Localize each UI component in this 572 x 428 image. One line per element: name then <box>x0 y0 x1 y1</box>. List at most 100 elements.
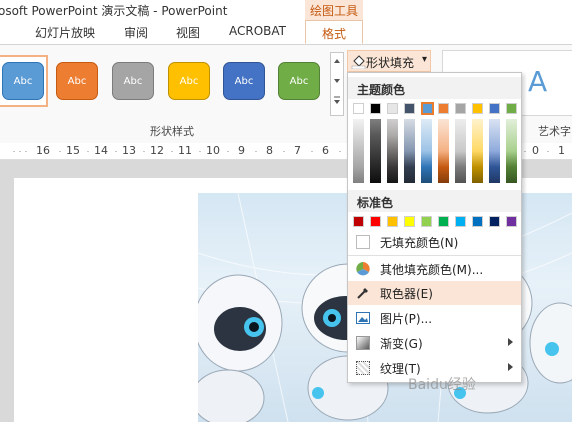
shade-column-gold[interactable] <box>472 119 483 183</box>
ruler-number: 8 <box>266 144 273 157</box>
more-fill-colors-item[interactable]: 其他填充颜色(M)... <box>348 257 521 281</box>
shape-style-5[interactable]: Abc <box>223 62 265 100</box>
context-tab-label: 绘图工具 <box>309 4 358 18</box>
shape-fill-label: 形状填充 <box>366 56 415 70</box>
shape-styles-group-label: 形状样式 <box>150 125 194 138</box>
gradient-icon <box>356 336 370 350</box>
std-color-dark-red[interactable] <box>353 216 364 227</box>
shape-style-3[interactable]: Abc <box>112 62 154 100</box>
tab-acrobat[interactable]: ACROBAT <box>229 24 286 38</box>
no-fill-label: 无填充颜色(N) <box>380 236 459 250</box>
submenu-arrow-icon <box>508 363 513 371</box>
theme-colors-title: 主题颜色 <box>357 83 406 97</box>
window-title: osoft PowerPoint 演示文稿 - PowerPoint <box>0 4 228 18</box>
shape-style-1[interactable]: Abc <box>2 62 44 100</box>
title-bar: osoft PowerPoint 演示文稿 - PowerPoint <box>0 0 572 20</box>
shape-style-label: Abc <box>234 76 254 87</box>
ruler-number: 12 <box>150 144 164 157</box>
shape-style-6[interactable]: Abc <box>278 62 320 100</box>
eyedropper-label: 取色器(E) <box>380 287 433 301</box>
ruler-number: 15 <box>66 144 80 157</box>
shade-column-royal-blue[interactable] <box>489 119 500 183</box>
ruler-number: 11 <box>178 144 192 157</box>
ruler-number: 1 <box>558 144 565 157</box>
theme-color-blue-selected[interactable] <box>421 102 434 115</box>
chevron-down-icon: ▾ <box>422 54 428 65</box>
tab-review[interactable]: 审阅 <box>124 24 148 41</box>
std-color-light-blue[interactable] <box>455 216 466 227</box>
submenu-arrow-icon <box>508 338 513 346</box>
eyedropper-icon <box>357 288 368 299</box>
tab-view[interactable]: 视图 <box>176 24 200 41</box>
color-wheel-icon <box>356 262 370 276</box>
std-color-yellow[interactable] <box>404 216 415 227</box>
shade-column-green[interactable] <box>506 119 517 183</box>
standard-colors-header: 标准色 <box>348 190 521 212</box>
shape-fill-button[interactable]: 形状填充 ▾ <box>347 50 431 72</box>
ruler-number: 14 <box>94 144 108 157</box>
gallery-arrows-icon <box>334 59 340 104</box>
shade-column-gray[interactable] <box>387 119 398 183</box>
theme-color-slate[interactable] <box>404 103 415 114</box>
theme-colors-header: 主题颜色 <box>348 77 521 99</box>
menu-divider <box>348 255 521 256</box>
shade-column-slate[interactable] <box>404 119 415 183</box>
std-color-dark-blue[interactable] <box>489 216 500 227</box>
tab-format-label: 格式 <box>321 27 346 41</box>
shape-style-label: Abc <box>179 76 199 87</box>
ribbon-tabs: 幻灯片放映 审阅 视图 ACROBAT 格式 <box>0 20 572 45</box>
shade-column-silver[interactable] <box>455 119 466 183</box>
std-color-red[interactable] <box>370 216 381 227</box>
drawing-tools-context-tab: 绘图工具 <box>305 0 363 21</box>
theme-color-silver[interactable] <box>455 103 466 114</box>
std-color-purple[interactable] <box>506 216 517 227</box>
shade-column-white[interactable] <box>353 119 364 183</box>
wordart-sample: A <box>528 65 548 98</box>
std-color-blue[interactable] <box>472 216 483 227</box>
theme-color-royal-blue[interactable] <box>489 103 500 114</box>
tab-slideshow[interactable]: 幻灯片放映 <box>35 24 95 41</box>
empty-swatch-icon <box>356 235 370 249</box>
theme-color-green[interactable] <box>506 103 517 114</box>
texture-icon <box>356 361 370 375</box>
shade-column-blue[interactable] <box>421 119 432 183</box>
ruler-number: 7 <box>294 144 301 157</box>
shape-style-label: Abc <box>67 76 87 87</box>
theme-color-white[interactable] <box>353 103 364 114</box>
shape-style-label: Abc <box>289 76 309 87</box>
ruler-number: 10 <box>206 144 220 157</box>
shade-column-orange[interactable] <box>438 119 449 183</box>
std-color-orange[interactable] <box>387 216 398 227</box>
picture-icon <box>356 312 370 324</box>
std-color-green[interactable] <box>438 216 449 227</box>
theme-color-black[interactable] <box>370 103 381 114</box>
no-fill-item[interactable]: 无填充颜色(N) <box>348 230 521 254</box>
more-fill-colors-label: 其他填充颜色(M)... <box>380 263 484 277</box>
baidu-watermark: Baidu经验 <box>408 377 476 393</box>
theme-color-gray[interactable] <box>387 103 398 114</box>
theme-color-gold[interactable] <box>472 103 483 114</box>
tab-format[interactable]: 格式 <box>305 20 363 44</box>
eyedropper-item[interactable]: 取色器(E) <box>348 281 521 305</box>
style-gallery-scroll[interactable] <box>330 52 344 116</box>
shape-style-label: Abc <box>13 76 33 87</box>
gradient-fill-item[interactable]: 渐变(G) <box>348 331 521 355</box>
ruler-number: 6 <box>322 144 329 157</box>
picture-fill-item[interactable]: 图片(P)... <box>348 306 521 330</box>
shape-style-2[interactable]: Abc <box>56 62 98 100</box>
shape-fill-dropdown: 主题颜色 标准色 无填充颜色(N) 其他填充颜色(M)... 取色器(E) 图片… <box>347 72 522 383</box>
picture-fill-label: 图片(P)... <box>380 312 433 326</box>
ruler-number: 0 <box>532 144 539 157</box>
shade-column-black[interactable] <box>370 119 381 183</box>
paint-bucket-icon <box>351 55 366 69</box>
shape-style-label: Abc <box>123 76 143 87</box>
wordart-group-label: 艺术字 <box>538 125 571 138</box>
ruler-number: 13 <box>122 144 136 157</box>
theme-color-orange[interactable] <box>438 103 449 114</box>
standard-colors-title: 标准色 <box>357 196 394 210</box>
ruler-number: 16 <box>36 144 50 157</box>
gradient-fill-label: 渐变(G) <box>380 337 423 351</box>
std-color-light-green[interactable] <box>421 216 432 227</box>
ruler-number: 9 <box>238 144 245 157</box>
shape-style-4[interactable]: Abc <box>168 62 210 100</box>
